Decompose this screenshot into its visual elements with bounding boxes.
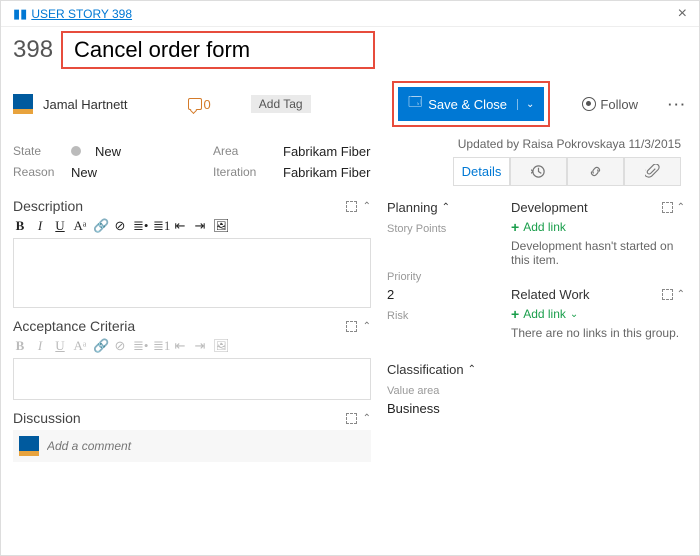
- collapse-icon[interactable]: ⌃: [363, 321, 371, 332]
- description-editor[interactable]: [13, 238, 371, 308]
- avatar: [13, 94, 33, 114]
- tab-history[interactable]: [510, 157, 567, 185]
- eye-icon: [582, 97, 596, 111]
- add-link-related[interactable]: +Add link ⌄: [511, 306, 685, 322]
- collapse-icon[interactable]: ⌃: [468, 364, 476, 375]
- discussion-heading: Discussion: [13, 410, 81, 426]
- value-area-label: Value area: [387, 385, 499, 397]
- breadcrumb-link[interactable]: USER STORY 398: [31, 7, 132, 21]
- acceptance-editor[interactable]: [13, 358, 371, 400]
- more-actions-button[interactable]: ···: [668, 97, 687, 112]
- iteration-value[interactable]: Fabrikam Fiber: [283, 165, 370, 180]
- chevron-down-icon: ⌄: [570, 309, 578, 320]
- save-icon: 🗔: [408, 93, 422, 115]
- follow-button[interactable]: Follow: [582, 97, 638, 112]
- add-tag-button[interactable]: Add Tag: [251, 95, 311, 113]
- collapse-icon[interactable]: ⌃: [677, 202, 685, 213]
- acceptance-heading: Acceptance Criteria: [13, 318, 135, 334]
- avatar: [19, 436, 39, 456]
- priority-label: Priority: [387, 271, 499, 283]
- related-message: There are no links in this group.: [511, 326, 685, 340]
- close-icon[interactable]: ×: [678, 5, 687, 23]
- state-dot-icon: [71, 146, 81, 156]
- collapse-icon[interactable]: ⌃: [363, 201, 371, 212]
- collapse-icon[interactable]: ⌃: [442, 202, 450, 213]
- history-icon: [531, 164, 546, 179]
- expand-icon[interactable]: [662, 289, 673, 300]
- expand-icon[interactable]: [346, 201, 357, 212]
- collapse-icon[interactable]: ⌃: [677, 289, 685, 300]
- save-close-button[interactable]: 🗔 Save & Close ⌄: [398, 87, 544, 121]
- reason-label: Reason: [13, 165, 61, 179]
- related-heading: Related Work: [511, 287, 590, 302]
- description-toolbar[interactable]: BIUAᵃ🔗⊘≣•≣1⇤⇥🖼: [13, 214, 371, 238]
- tab-links[interactable]: [567, 157, 624, 185]
- state-label: State: [13, 144, 61, 158]
- comment-input[interactable]: [47, 439, 365, 453]
- work-item-id: 398: [13, 36, 53, 64]
- acceptance-toolbar[interactable]: BIUAᵃ🔗⊘≣•≣1⇤⇥🖼: [13, 334, 371, 358]
- book-icon: ▮▮: [13, 6, 27, 22]
- value-area-value[interactable]: Business: [387, 401, 499, 416]
- priority-value[interactable]: 2: [387, 287, 499, 302]
- tab-details[interactable]: Details: [453, 157, 510, 185]
- area-value[interactable]: Fabrikam Fiber: [283, 144, 370, 159]
- expand-icon[interactable]: [346, 413, 357, 424]
- planning-heading: Planning: [387, 200, 438, 215]
- plus-icon: +: [511, 306, 519, 322]
- risk-label: Risk: [387, 310, 499, 322]
- iteration-label: Iteration: [213, 165, 273, 179]
- collapse-icon[interactable]: ⌃: [363, 413, 371, 424]
- area-label: Area: [213, 144, 273, 158]
- attachment-icon: [645, 164, 660, 179]
- chevron-down-icon[interactable]: ⌄: [517, 99, 534, 110]
- comment-icon: [188, 98, 202, 110]
- title-input[interactable]: [67, 34, 369, 66]
- story-points-label: Story Points: [387, 223, 499, 235]
- state-value[interactable]: New: [95, 144, 121, 159]
- description-heading: Description: [13, 198, 83, 214]
- expand-icon[interactable]: [662, 202, 673, 213]
- link-icon: [588, 164, 603, 179]
- plus-icon: +: [511, 219, 519, 235]
- updated-text: Updated by Raisa Pokrovskaya 11/3/2015: [458, 137, 687, 151]
- assignee-name[interactable]: Jamal Hartnett: [43, 97, 128, 112]
- add-link-dev[interactable]: +Add link: [511, 219, 685, 235]
- tab-attachments[interactable]: [624, 157, 681, 185]
- comment-count[interactable]: 0: [188, 97, 211, 112]
- development-heading: Development: [511, 200, 588, 215]
- expand-icon[interactable]: [346, 321, 357, 332]
- reason-value[interactable]: New: [71, 165, 97, 180]
- classification-heading: Classification: [387, 362, 464, 377]
- development-message: Development hasn't started on this item.: [511, 239, 685, 267]
